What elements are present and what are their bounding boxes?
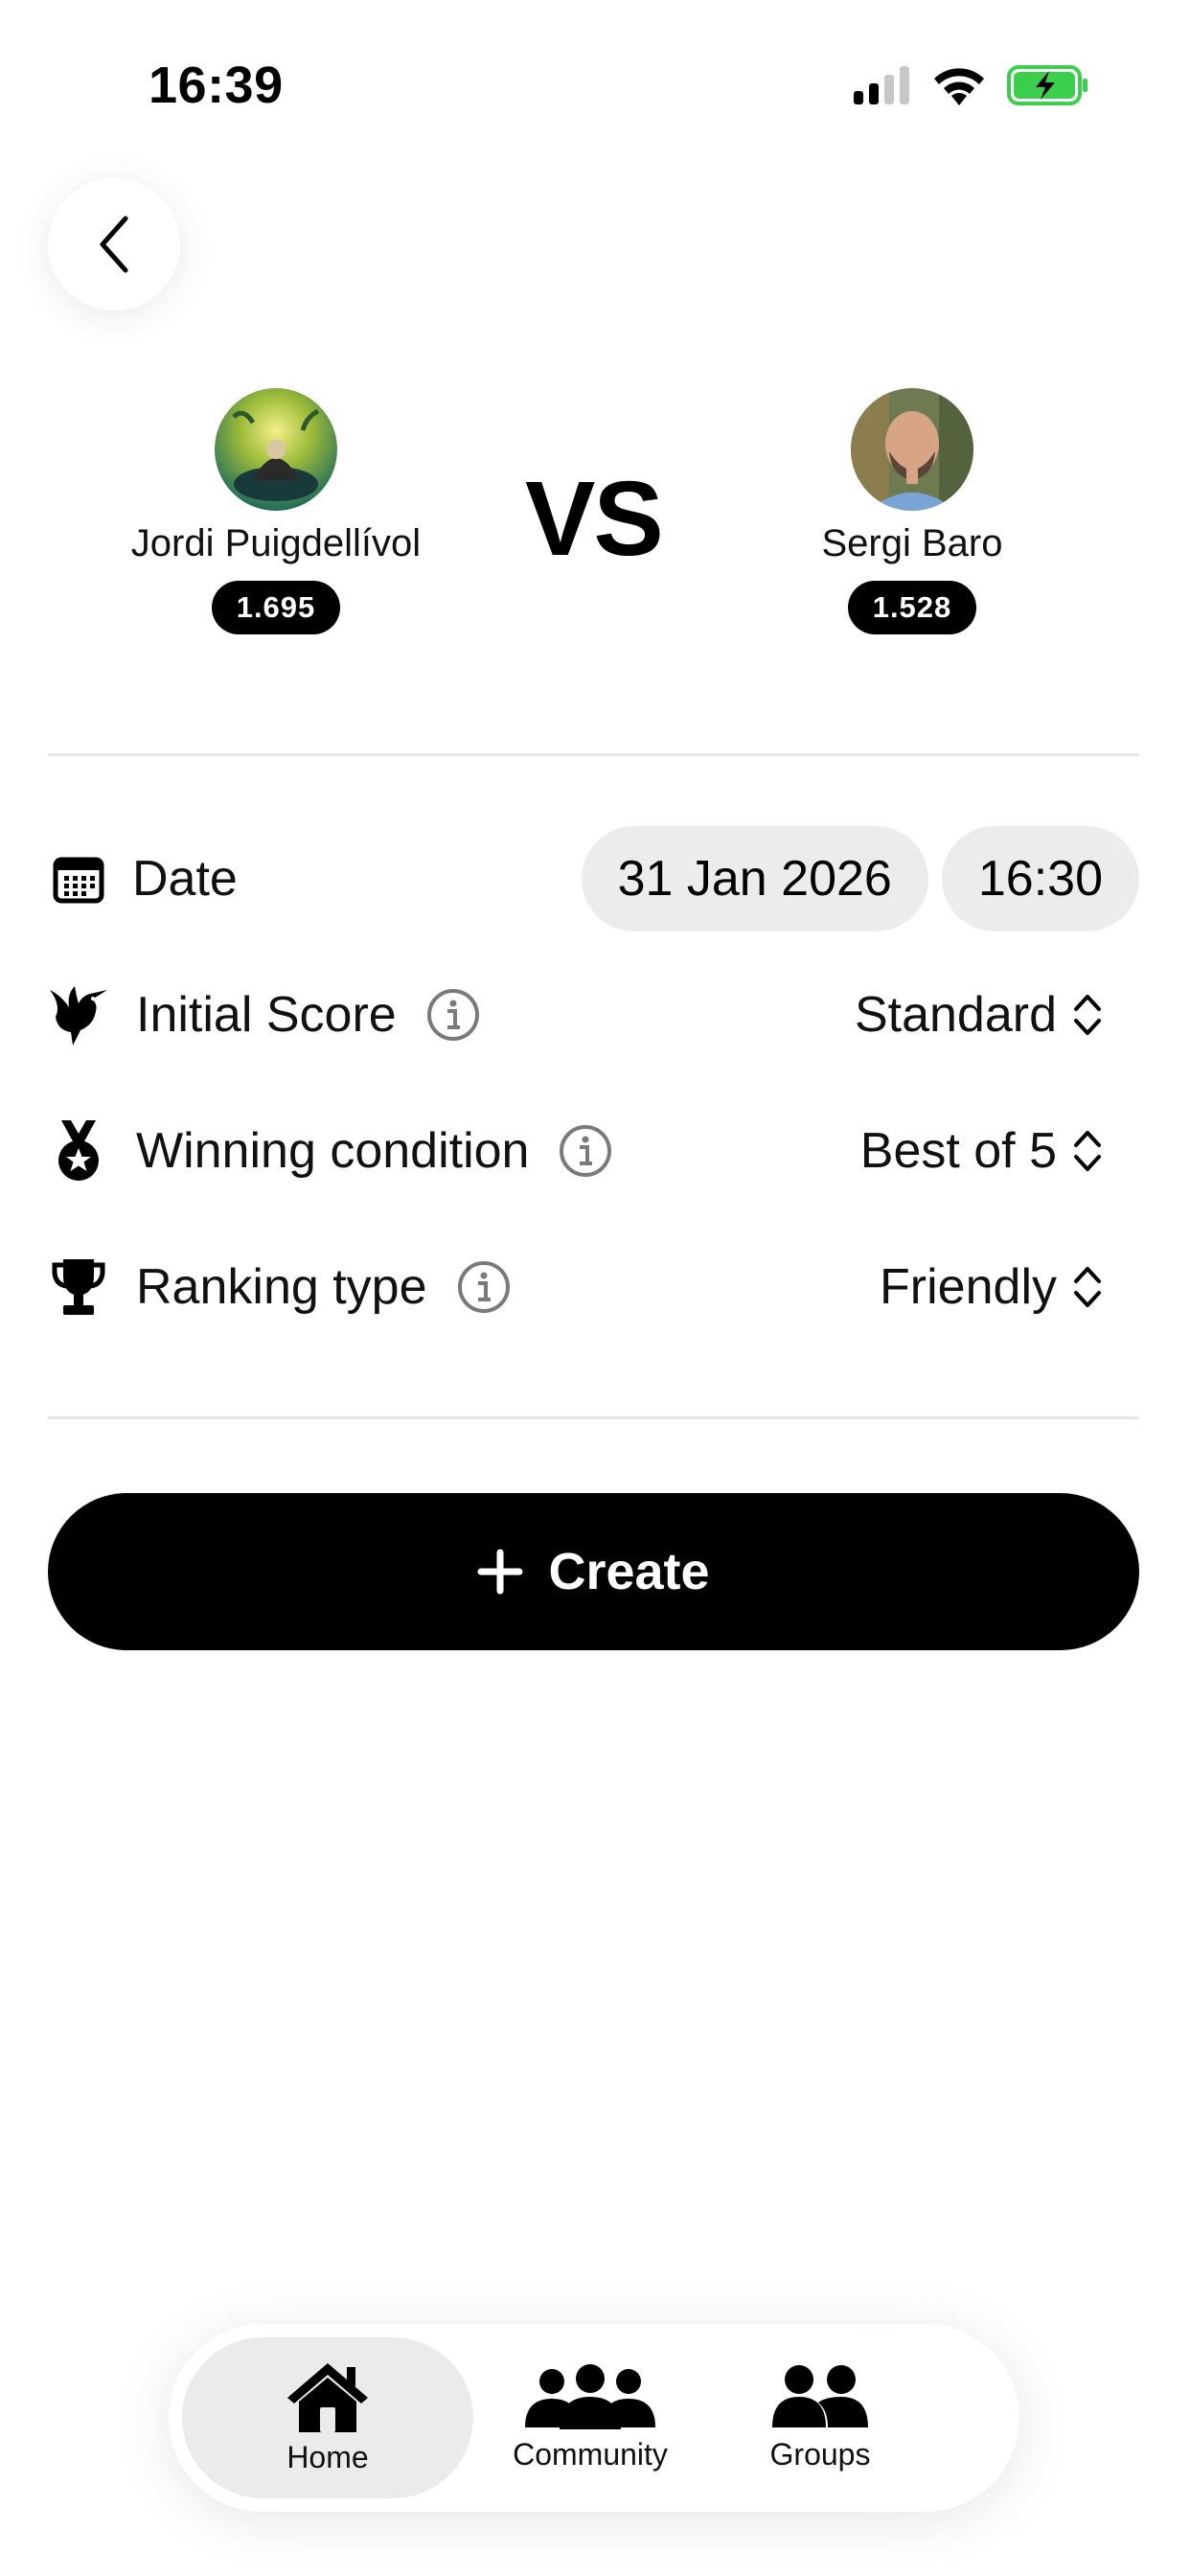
versus-label: VS	[525, 460, 664, 578]
winning-condition-label: Winning condition	[136, 1123, 530, 1179]
player-two-name: Sergi Baro	[821, 522, 1003, 564]
trophy-icon	[48, 1256, 109, 1318]
tab-groups-label: Groups	[769, 2436, 871, 2472]
ranking-type-value: Friendly	[880, 1259, 1057, 1315]
calendar-icon	[48, 848, 109, 909]
initial-score-row: Initial Score Standard	[48, 962, 1139, 1068]
initial-score-select[interactable]: Standard	[855, 986, 1139, 1044]
ranking-type-select[interactable]: Friendly	[880, 1258, 1139, 1316]
player-two-avatar	[851, 388, 973, 511]
groups-icon	[772, 2364, 868, 2427]
ranking-type-row: Ranking type Friendly	[48, 1234, 1139, 1340]
plus-icon	[477, 1549, 523, 1595]
info-icon[interactable]	[425, 987, 481, 1043]
date-row: Date 31 Jan 2026 16:30	[48, 826, 1139, 932]
community-icon	[525, 2363, 655, 2429]
tab-community[interactable]: Community	[494, 2337, 686, 2498]
create-button-label: Create	[548, 1543, 710, 1600]
back-button[interactable]	[48, 178, 180, 310]
signal-icon	[854, 66, 909, 104]
hummingbird-icon	[48, 984, 109, 1046]
battery-charging-icon	[1007, 65, 1087, 105]
initial-score-value: Standard	[854, 987, 1057, 1043]
chevron-up-down-icon	[1074, 1131, 1101, 1171]
winning-condition-value: Best of 5	[859, 1123, 1057, 1179]
player-one-avatar	[215, 388, 337, 511]
ranking-type-label: Ranking type	[136, 1259, 427, 1315]
chevron-up-down-icon	[1074, 995, 1101, 1035]
bottom-divider	[48, 1416, 1139, 1419]
tab-home[interactable]: Home	[182, 2337, 473, 2498]
date-picker[interactable]: 31 Jan 2026	[581, 826, 928, 932]
status-time: 16:39	[149, 57, 284, 114]
medal-icon	[48, 1120, 109, 1182]
player-one-rating-badge: 1.695	[211, 581, 341, 634]
player-two[interactable]: Sergi Baro 1.528	[730, 388, 1094, 634]
top-divider	[48, 753, 1139, 756]
time-picker[interactable]: 16:30	[941, 826, 1139, 932]
create-button[interactable]: Create	[48, 1493, 1139, 1650]
player-two-rating-badge: 1.528	[847, 581, 977, 634]
tab-home-label: Home	[286, 2439, 369, 2474]
player-one-name: Jordi Puigdellívol	[130, 522, 422, 564]
info-icon[interactable]	[456, 1259, 512, 1315]
chevron-left-icon	[100, 216, 128, 273]
info-icon[interactable]	[558, 1123, 613, 1179]
tab-groups[interactable]: Groups	[724, 2337, 916, 2498]
status-icons	[854, 65, 1089, 105]
player-one[interactable]: Jordi Puigdellívol 1.695	[94, 388, 458, 634]
winning-condition-select[interactable]: Best of 5	[860, 1122, 1139, 1180]
home-icon	[287, 2362, 368, 2432]
date-label: Date	[132, 851, 238, 907]
winning-condition-row: Winning condition Best of 5	[48, 1098, 1139, 1204]
chevron-up-down-icon	[1074, 1267, 1101, 1307]
tab-community-label: Community	[513, 2436, 668, 2472]
initial-score-label: Initial Score	[136, 987, 397, 1043]
wifi-icon	[934, 68, 984, 105]
bottom-tab-bar: Home Community Groups	[169, 2324, 1019, 2512]
